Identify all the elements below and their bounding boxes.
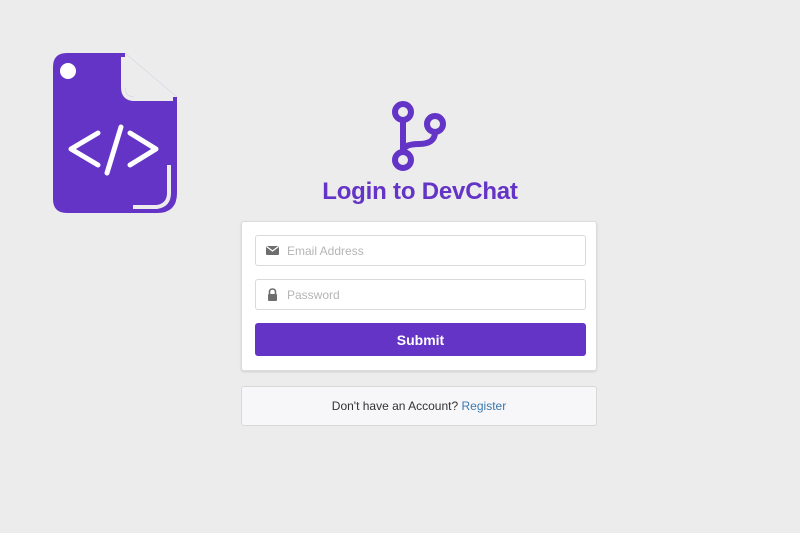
lock-icon — [268, 288, 277, 301]
password-field[interactable] — [255, 279, 586, 310]
password-input[interactable] — [287, 280, 577, 309]
email-field[interactable] — [255, 235, 586, 266]
email-input[interactable] — [287, 236, 577, 265]
login-form: Submit — [241, 221, 597, 371]
submit-button[interactable]: Submit — [255, 323, 586, 356]
register-message: Don't have an Account? Register — [241, 386, 597, 426]
page-title: Login to DevChat — [322, 178, 518, 205]
envelope-icon — [266, 246, 279, 255]
register-prompt: Don't have an Account? — [331, 399, 459, 413]
git-branch-icon — [392, 101, 446, 171]
register-link[interactable]: Register — [462, 399, 507, 413]
